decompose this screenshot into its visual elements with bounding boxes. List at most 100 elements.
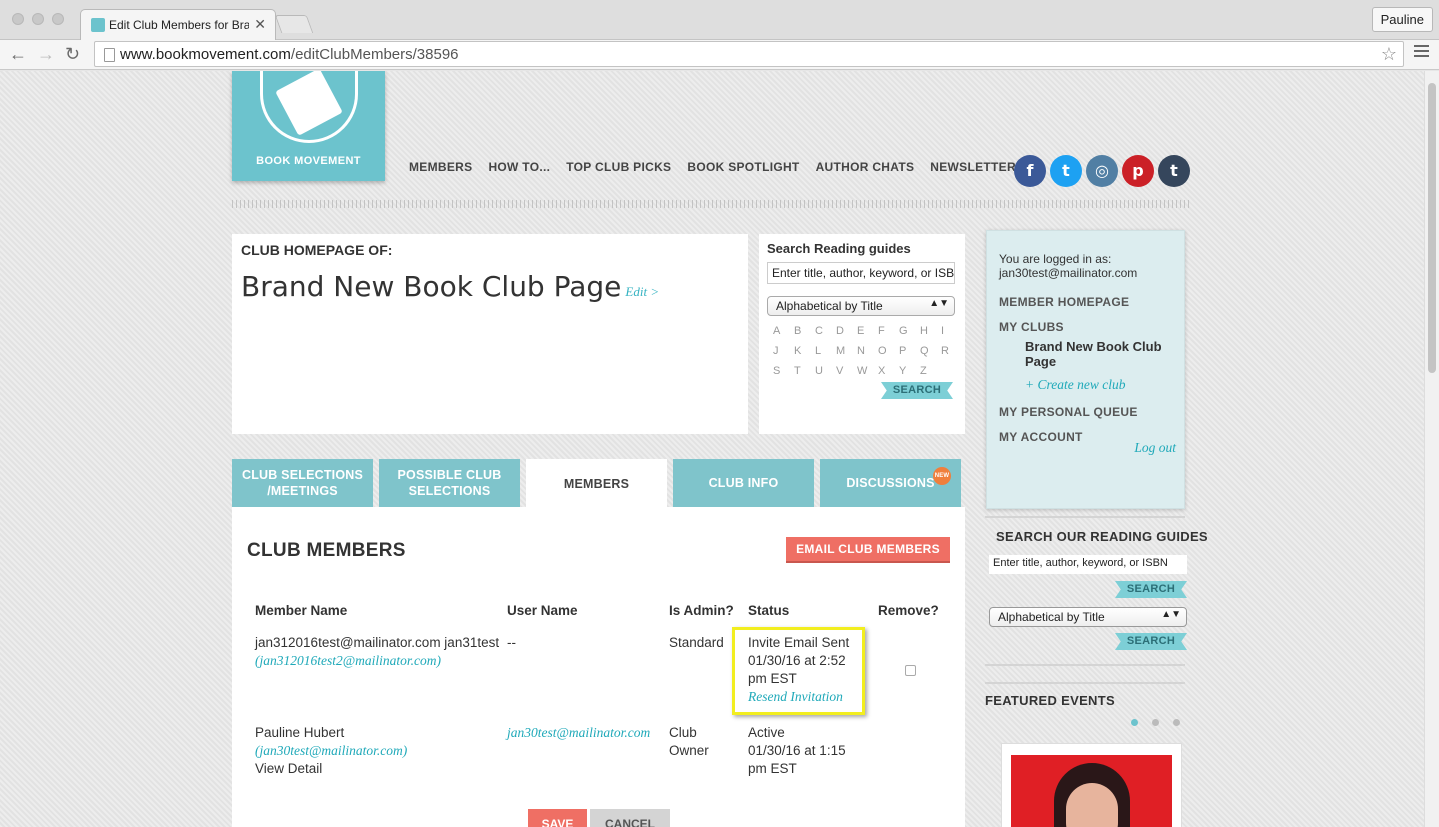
tab-discussions[interactable]: DISCUSSIONS NEW [820,459,961,507]
select-arrows-icon: ▲▼ [1161,609,1181,620]
member-email-link[interactable]: (jan30test@mailinator.com) [255,742,505,760]
email-club-members-button[interactable]: EMAIL CLUB MEMBERS [786,537,950,561]
minimize-window-button[interactable] [32,13,44,25]
browser-tabstrip: Edit Club Members for Brand New Book Clu… [0,0,1439,40]
personal-queue-link[interactable]: MY PERSONAL QUEUE [999,405,1138,419]
highlight-box [732,627,865,715]
search-reading-guides-title: Search Reading guides [767,241,911,256]
letter-link[interactable]: G [899,325,920,337]
member-email-link[interactable]: (jan312016test2@mailinator.com) [255,652,505,670]
letter-link[interactable]: S [773,365,794,377]
reading-guide-search-button[interactable]: SEARCH [881,382,953,399]
letter-link[interactable]: P [899,345,920,357]
site-logo[interactable]: BOOK MOVEMENT [232,71,385,181]
search-guides-title: SEARCH OUR READING GUIDES [996,529,1208,544]
close-tab-icon[interactable]: ✕ [254,16,266,33]
new-tab-button[interactable] [274,15,314,33]
my-clubs-link[interactable]: MY CLUBS [999,320,1064,334]
alphabet-row-3: S T U V W X Y Z [773,365,941,377]
letter-link[interactable]: R [941,345,962,357]
sidebar-search-input[interactable]: Enter title, author, keyword, or ISBN [989,555,1187,574]
logged-in-info: You are logged in as: jan30test@mailinat… [999,252,1138,280]
profile-button[interactable]: Pauline [1371,7,1433,32]
forward-arrow-icon[interactable]: → [37,44,55,65]
create-club-link[interactable]: + Create new club [1025,377,1125,393]
browser-toolbar: ← → ↻ www.bookmovement.com/editClubMembe… [0,40,1439,70]
zoom-window-button[interactable] [52,13,64,25]
letter-link[interactable]: T [794,365,815,377]
sidebar-search-button[interactable]: SEARCH [1115,581,1187,598]
scrollbar-thumb[interactable] [1428,83,1436,373]
scrollbar[interactable] [1424,71,1439,827]
nav-newsletter[interactable]: NEWSLETTER [930,160,1016,174]
reading-guide-sort-select[interactable]: Alphabetical by Title ▲▼ [767,296,955,316]
featured-events-title: FEATURED EVENTS [985,693,1115,708]
nav-top-club-picks[interactable]: TOP CLUB PICKS [566,160,671,174]
tab-club-info[interactable]: CLUB INFO [673,459,814,507]
letter-link[interactable]: M [836,345,857,357]
back-arrow-icon[interactable]: ← [9,44,27,65]
page-icon [104,48,115,62]
letter-link[interactable]: Z [920,365,941,377]
browser-tab[interactable]: Edit Club Members for Brand New Book Clu… [80,9,276,40]
browser-tab-title: Edit Club Members for Brand New Book Clu… [109,18,249,32]
letter-link[interactable]: Q [920,345,941,357]
my-account-link[interactable]: MY ACCOUNT [999,430,1083,444]
reading-guide-search-input[interactable]: Enter title, author, keyword, or ISBN [767,262,955,284]
nav-author-chats[interactable]: AUTHOR CHATS [816,160,915,174]
letter-link[interactable]: F [878,325,899,337]
nav-book-spotlight[interactable]: BOOK SPOTLIGHT [687,160,799,174]
instagram-icon[interactable]: ◎ [1086,155,1118,187]
letter-link[interactable]: A [773,325,794,337]
cancel-button[interactable]: CANCEL [590,809,670,827]
featured-event-card[interactable] [1001,743,1182,827]
bookmark-star-icon[interactable]: ☆ [1381,44,1397,65]
member-homepage-link[interactable]: MEMBER HOMEPAGE [999,295,1129,309]
letter-link[interactable]: D [836,325,857,337]
letter-link[interactable]: O [878,345,899,357]
carousel-dot[interactable] [1152,719,1159,726]
letter-link[interactable]: X [878,365,899,377]
page-title: Brand New Book Club Page Edit > [241,270,660,303]
letter-link[interactable]: C [815,325,836,337]
sidebar-sort-select[interactable]: Alphabetical by Title ▲▼ [989,607,1187,627]
carousel-dot[interactable] [1173,719,1180,726]
letter-link[interactable]: J [773,345,794,357]
letter-link[interactable]: B [794,325,815,337]
letter-link[interactable]: V [836,365,857,377]
letter-link[interactable]: K [794,345,815,357]
tumblr-icon[interactable]: t [1158,155,1190,187]
sidebar-divider [985,682,1185,684]
pinterest-icon[interactable]: p [1122,155,1154,187]
browser-menu-icon[interactable] [1414,45,1429,57]
my-club-link[interactable]: Brand New Book Club Page [1025,339,1175,369]
edit-club-link[interactable]: Edit > [625,284,659,299]
reload-icon[interactable]: ↻ [65,44,80,65]
tab-club-selections[interactable]: CLUB SELECTIONS/MEETINGS [232,459,373,507]
letter-link[interactable]: H [920,325,941,337]
letter-link[interactable]: E [857,325,878,337]
close-window-button[interactable] [12,13,24,25]
tab-possible-selections[interactable]: POSSIBLE CLUB SELECTIONS [379,459,520,507]
sidebar-search-button-2[interactable]: SEARCH [1115,633,1187,650]
letter-link[interactable]: N [857,345,878,357]
address-bar[interactable]: www.bookmovement.com/editClubMembers/385… [94,41,1404,67]
view-detail-link[interactable]: View Detail [255,760,505,778]
user-name-link[interactable]: jan30test@mailinator.com [507,724,650,742]
letter-link[interactable]: W [857,365,878,377]
letter-link[interactable]: L [815,345,836,357]
save-button[interactable]: SAVE [528,809,587,827]
new-badge: NEW [933,467,951,485]
carousel-dot-active[interactable] [1131,719,1138,726]
alphabet-row-1: A B C D E F G H I [773,325,962,337]
letter-link[interactable]: U [815,365,836,377]
logout-link[interactable]: Log out [1134,440,1176,456]
tab-members[interactable]: MEMBERS [526,459,667,509]
letter-link[interactable]: I [941,325,962,337]
facebook-icon[interactable]: f [1014,155,1046,187]
nav-members[interactable]: MEMBERS [409,160,472,174]
remove-member-checkbox[interactable] [905,665,916,676]
letter-link[interactable]: Y [899,365,920,377]
nav-how-to[interactable]: HOW TO... [488,160,550,174]
twitter-icon[interactable]: t [1050,155,1082,187]
